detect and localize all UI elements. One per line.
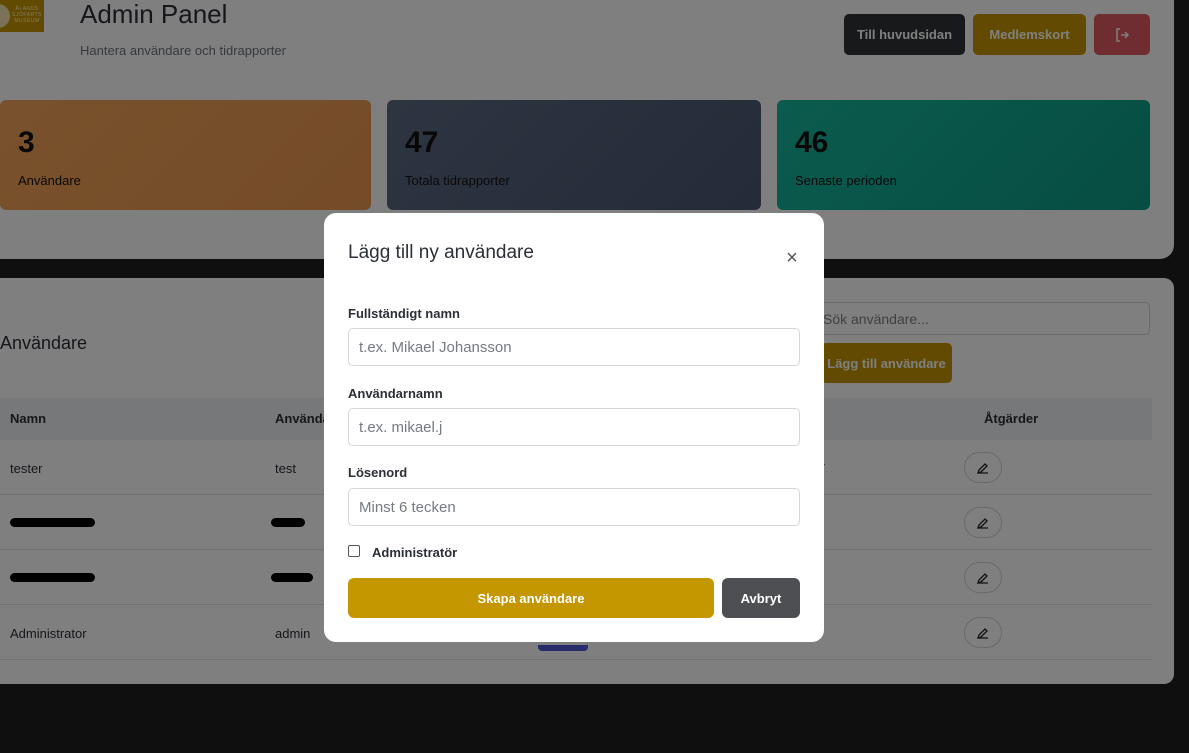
close-icon[interactable]: × [782, 248, 802, 268]
username-field[interactable] [348, 408, 800, 446]
password-field[interactable] [348, 488, 800, 526]
fullname-label: Fullständigt namn [348, 306, 460, 321]
password-label: Lösenord [348, 465, 408, 480]
admin-checkbox-label[interactable]: Administratör [372, 545, 457, 560]
add-user-modal: Lägg till ny användare × Fullständigt na… [324, 213, 824, 642]
cancel-button[interactable]: Avbryt [722, 578, 800, 618]
modal-title: Lägg till ny användare [348, 242, 534, 263]
fullname-field[interactable] [348, 328, 800, 366]
admin-checkbox[interactable] [348, 545, 360, 557]
create-user-button[interactable]: Skapa användare [348, 578, 714, 618]
username-label: Användarnamn [348, 386, 443, 401]
